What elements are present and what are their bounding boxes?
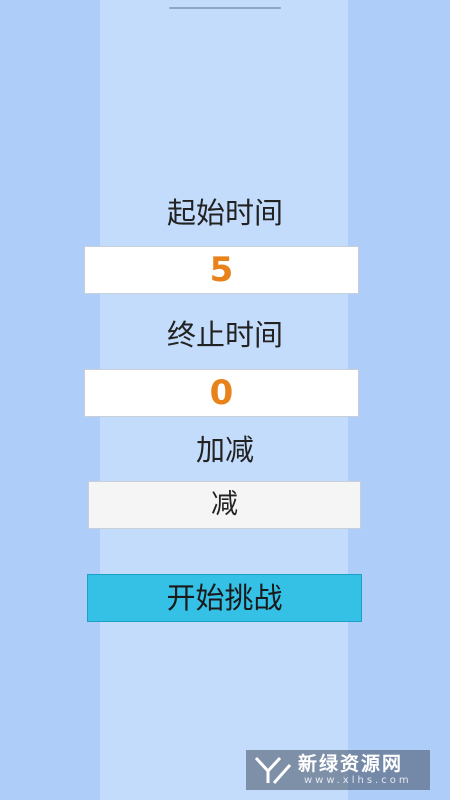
start-time-input[interactable]: 5	[84, 246, 359, 294]
start-time-label: 起始时间	[166, 196, 283, 230]
site-logo-icon	[254, 756, 292, 784]
operation-label: 加减	[195, 433, 254, 467]
start-challenge-button[interactable]: 开始挑战	[87, 574, 362, 622]
watermark: 新绿资源网 www.xlhs.com	[246, 750, 430, 790]
top-drag-handle	[169, 7, 281, 9]
watermark-name: 新绿资源网	[298, 753, 404, 775]
end-time-input[interactable]: 0	[84, 369, 359, 417]
watermark-url: www.xlhs.com	[304, 775, 412, 786]
operation-select[interactable]: 减	[88, 481, 361, 529]
end-time-label: 终止时间	[166, 318, 283, 352]
